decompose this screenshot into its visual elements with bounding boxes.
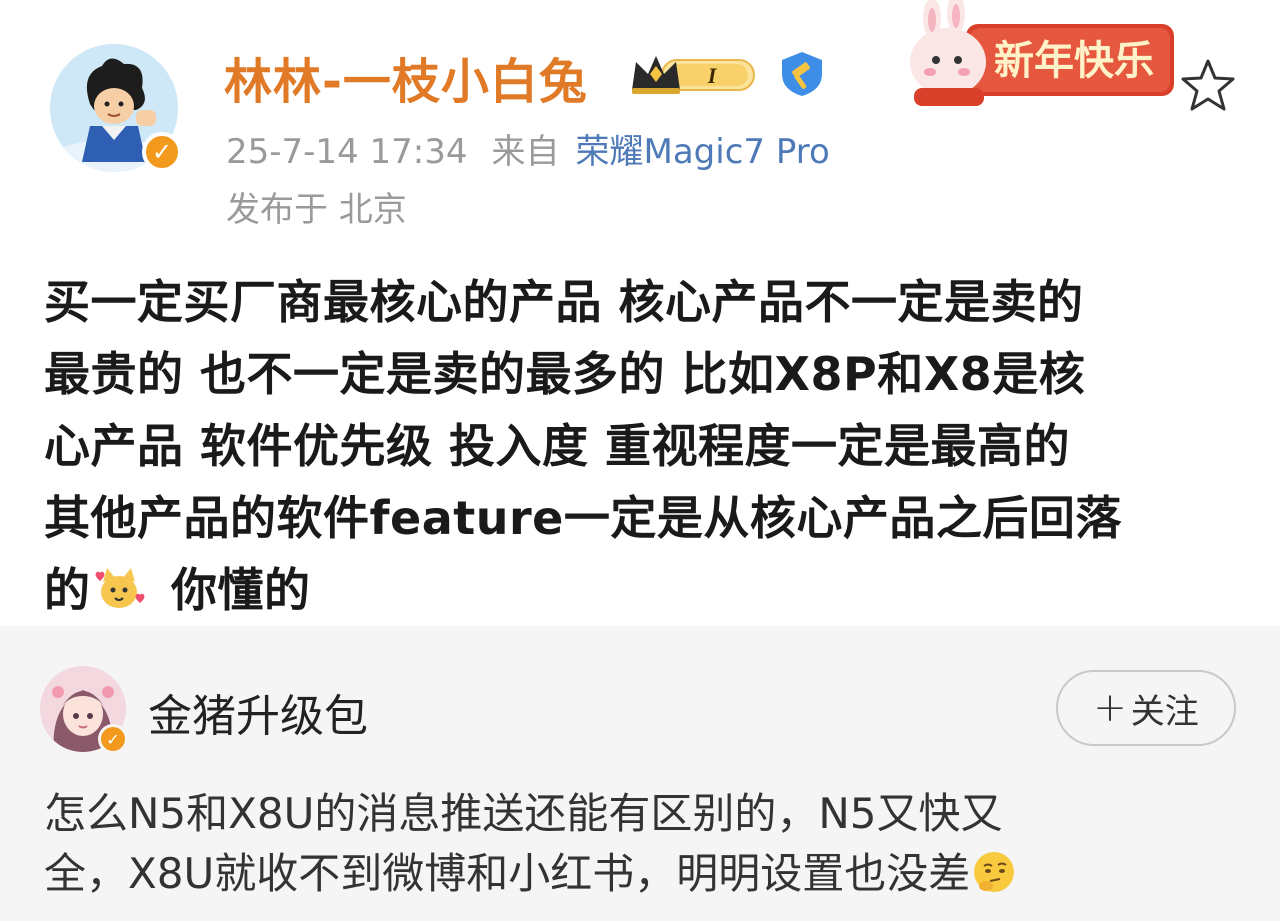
post-text-fragment: 你懂的 [154,563,311,617]
new-year-text: 新年快乐 [994,38,1154,84]
follow-label: 关注 [1130,691,1199,732]
crown-level-badge-icon[interactable]: I [628,50,762,98]
thinking-face-emoji-icon [970,848,1018,896]
post-text-fragment: 的 [44,563,91,617]
post-timestamp: 25-7-14 17:34 [226,132,468,172]
new-year-bunny-decoration: 新年快乐 [906,0,1178,112]
source-prefix: 来自 [491,132,560,172]
author-name[interactable]: 林林-一枝小白兔 [224,42,588,112]
post-text-line: 心产品 软件优先级 投入度 重视程度一定是最高的 [44,419,1071,473]
post-text-line: 买一定买厂商最核心的产品 核心产品不一定是卖的 [44,275,1084,329]
verified-v-icon: ✓ [142,132,182,172]
plus-icon: + [1093,685,1127,731]
post-text-line: 最贵的 也不一定是卖的最多的 比如X8P和X8是核 [44,347,1086,401]
comment-text-line: 怎么N5和X8U的消息推送还能有区别的，N5又快又 [44,789,1003,838]
gavel-shield-icon[interactable] [778,50,826,98]
post-text-line: 其他产品的软件feature一定是从核心产品之后回落 [44,491,1122,545]
post-text-line-last: 的 你懂的 [44,554,1244,626]
comment-text-fragment: 全，X8U就收不到微博和小红书，明明设置也没差 [44,849,971,898]
favorite-star-icon[interactable] [1178,56,1238,116]
author-avatar-container[interactable]: ✓ [46,40,182,176]
love-cat-emoji-icon [91,560,147,616]
post-body: 买一定买厂商最核心的产品 核心产品不一定是卖的 最贵的 也不一定是卖的最多的 比… [44,266,1244,626]
follow-button[interactable]: + 关注 [1056,670,1236,746]
commenter-verified-icon: ✓ [98,724,128,754]
post-location: 发布于 北京 [226,190,407,230]
post-meta: 25-7-14 17:34 来自 荣耀Magic7 Pro [226,124,830,173]
level-badge-text: I [707,63,718,88]
commenter-name[interactable]: 金猪升级包 [148,680,368,744]
comment-text-line-last: 全，X8U就收不到微博和小红书，明明设置也没差 [44,844,1244,904]
commenter-avatar-container[interactable]: ✓ [40,666,130,756]
comment-body: 怎么N5和X8U的消息推送还能有区别的，N5又快又 全，X8U就收不到微博和小红… [44,784,1244,904]
device-link[interactable]: 荣耀Magic7 Pro [576,132,830,172]
